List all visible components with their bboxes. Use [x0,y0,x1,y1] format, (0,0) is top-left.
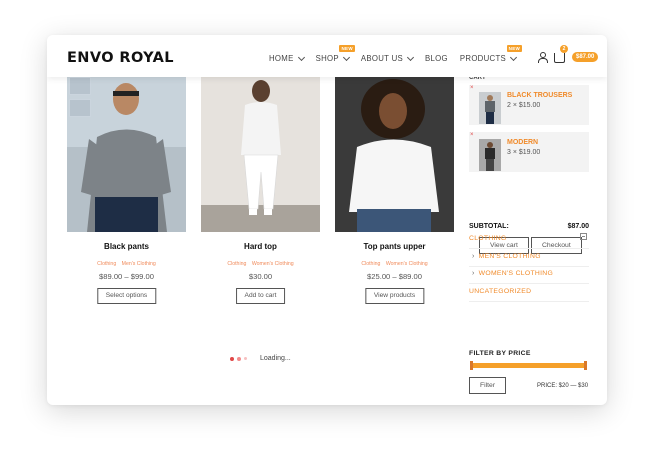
shop-sidebar: CART × BLACK TROUSERS 2 × $15.00 × MODER… [469,75,593,405]
product-title[interactable]: Black pants [67,242,186,251]
view-products-button[interactable]: View products [364,288,425,304]
site-header: ENVO ROYAL HOME SHOP NEW ABOUT US BLOG P… [47,35,607,77]
main-nav: HOME SHOP NEW ABOUT US BLOG PRODUCTS NEW [269,45,523,63]
select-options-button[interactable]: Select options [96,288,157,304]
nav-shop-label: SHOP [315,54,339,63]
loading-dot [244,357,247,360]
filter-button[interactable]: Filter [469,377,507,394]
product-categories: Clothing Men's Clothing [67,261,186,267]
divider [469,283,589,284]
product-image[interactable] [201,77,320,232]
divider [469,266,589,267]
cart-icon[interactable]: 2 [554,45,568,63]
chevron-down-icon [406,53,415,61]
filter-by-price-heading: FILTER BY PRICE [469,350,531,357]
remove-item-icon[interactable]: × [470,85,474,91]
cart-count-badge: 2 [560,45,568,53]
product-title[interactable]: Hard top [201,242,320,251]
mini-cart-item-name[interactable]: MODERN [507,139,538,146]
loading-dot [230,356,234,361]
thumbnail-image[interactable] [69,99,91,117]
nav-blog-label: BLOG [425,54,448,63]
user-icon[interactable] [537,52,548,63]
category-link[interactable]: Women's Clothing [386,261,428,267]
slider-handle-min[interactable] [470,361,473,370]
product-title[interactable]: Top pants upper [335,242,454,251]
nav-home-label: HOME [269,54,294,63]
thumbnail-image[interactable] [69,77,91,95]
product-price: $25.00 – $89.00 [367,272,422,281]
product-card[interactable]: Hard top Clothing Women's Clothing $30.0… [201,77,320,309]
woman-white-tee-photo [335,77,454,232]
mini-cart-thumbnail[interactable] [479,139,501,171]
product-card[interactable]: Black pants Clothing Men's Clothing $89.… [67,77,186,309]
cart-total-badge[interactable]: $87.00 [572,52,599,62]
category-mens-clothing[interactable]: › MEN'S CLOTHING [472,253,541,260]
nav-blog[interactable]: BLOG [425,54,448,63]
product-categories: Clothing Women's Clothing [201,261,320,267]
nav-about-label: ABOUT US [360,54,404,63]
nav-products[interactable]: PRODUCTS NEW [459,45,523,63]
divider [469,248,589,249]
category-uncategorized[interactable]: UNCATEGORIZED [469,288,531,295]
price-range-label: PRICE: $20 — $30 [537,383,589,389]
chevron-right-icon: › [472,270,475,277]
price-range-slider[interactable] [470,361,587,370]
category-womens-clothing[interactable]: › WOMEN'S CLOTHING [472,270,553,277]
checkout-button[interactable]: Checkout [531,237,582,254]
chevron-down-icon [342,53,350,61]
product-card[interactable]: Top pants upper Clothing Women's Clothin… [335,77,454,309]
slider-handle-max[interactable] [584,361,587,370]
category-link[interactable]: Clothing [227,261,246,267]
product-image[interactable] [335,77,454,232]
woman-white-outfit-photo [201,77,320,232]
loading-indicator: Loading... [230,355,291,362]
product-categories: Clothing Women's Clothing [335,261,454,267]
category-womens-label: WOMEN'S CLOTHING [478,270,554,277]
mini-cart-item-name[interactable]: BLACK TROUSERS [507,92,572,99]
category-link[interactable]: Clothing [97,261,116,267]
mini-cart-item: × BLACK TROUSERS 2 × $15.00 [469,85,589,125]
nav-shop[interactable]: SHOP NEW [315,45,355,63]
thumbnail-strip [69,77,91,117]
mini-cart-thumbnail[interactable] [479,92,501,124]
remove-item-icon[interactable]: × [470,132,474,138]
category-clothing[interactable]: CLOTHING [469,235,507,242]
category-link[interactable]: Women's Clothing [252,261,294,267]
category-mens-label: MEN'S CLOTHING [478,253,541,260]
loading-dot [237,356,241,361]
nav-home[interactable]: HOME [269,53,305,63]
subtotal-value: $87.00 [567,223,589,230]
mini-cart-item-qty: 2 × $15.00 [507,102,541,109]
subtotal-label: SUBTOTAL: [469,223,509,230]
mini-cart-item: × MODERN 3 × $19.00 [469,132,589,172]
mini-cart-item-qty: 3 × $19.00 [507,149,541,156]
nav-about[interactable]: ABOUT US [360,53,415,63]
category-link[interactable]: Men's Clothing [122,261,156,267]
chevron-down-icon [510,53,518,61]
add-to-cart-button[interactable]: Add to cart [235,288,286,304]
header-icons: 2 $87.00 [537,45,599,63]
product-price: $89.00 – $99.00 [99,272,154,281]
divider [469,301,589,302]
cart-subtotal: SUBTOTAL: $87.00 [469,223,589,230]
new-badge: NEW [506,45,523,52]
new-badge: NEW [339,45,355,52]
chevron-down-icon [297,53,305,61]
category-link[interactable]: Clothing [361,261,380,267]
product-price: $30.00 [248,272,273,281]
browser-frame: ENVO ROYAL HOME SHOP NEW ABOUT US BLOG P… [47,35,607,405]
nav-products-label: PRODUCTS [459,54,507,63]
loading-text: Loading... [260,355,291,362]
product-image[interactable] [67,77,186,232]
chevron-right-icon: › [472,253,475,260]
collapse-minus-icon[interactable] [580,233,587,240]
site-logo[interactable]: ENVO ROYAL [67,50,174,66]
